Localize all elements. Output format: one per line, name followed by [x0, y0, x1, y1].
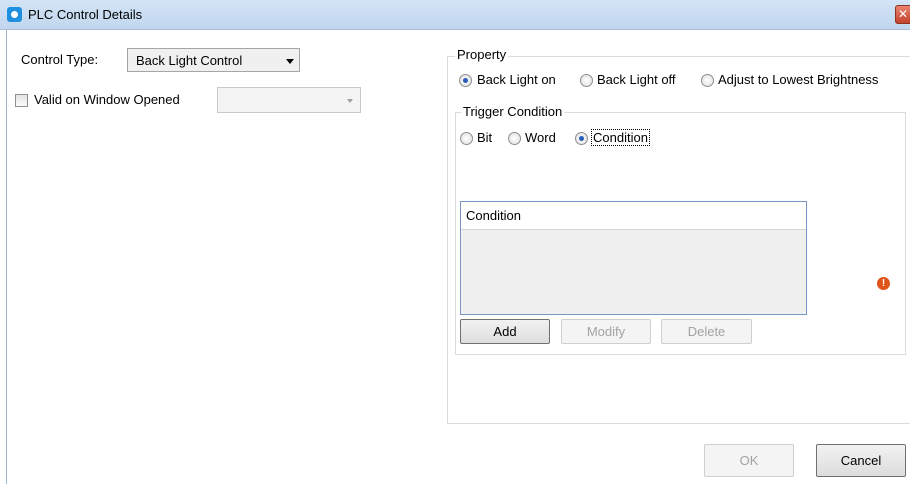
condition-list-header[interactable]: Condition: [461, 202, 806, 230]
warning-icon: !: [877, 277, 890, 290]
window-title: PLC Control Details: [28, 7, 143, 22]
radio-condition[interactable]: [575, 132, 588, 145]
radio-back-light-off[interactable]: [580, 74, 593, 87]
trigger-condition-legend: Trigger Condition: [461, 104, 565, 119]
app-icon: [7, 7, 22, 22]
modify-button[interactable]: Modify: [561, 319, 651, 344]
radio-lowest-brightness-label: Adjust to Lowest Brightness: [718, 72, 879, 87]
condition-column-header: Condition: [466, 208, 521, 223]
radio-bit[interactable]: [460, 132, 473, 145]
chevron-down-icon: [347, 99, 353, 103]
window-left-border: [6, 30, 7, 484]
title-bar[interactable]: PLC Control Details ✕: [0, 0, 910, 30]
radio-back-light-on[interactable]: [459, 74, 472, 87]
valid-on-window-opened-checkbox[interactable]: [15, 94, 28, 107]
ok-button[interactable]: OK: [704, 444, 794, 477]
control-type-value: Back Light Control: [136, 53, 243, 68]
radio-lowest-brightness[interactable]: [701, 74, 714, 87]
plc-control-details-window: PLC Control Details ✕ Control Type: Back…: [0, 0, 910, 484]
radio-back-light-off-label: Back Light off: [597, 72, 676, 87]
cancel-button[interactable]: Cancel: [816, 444, 906, 477]
valid-on-window-opened-label: Valid on Window Opened: [34, 92, 180, 107]
control-type-dropdown[interactable]: Back Light Control: [127, 48, 300, 72]
add-button[interactable]: Add: [460, 319, 550, 344]
delete-button[interactable]: Delete: [661, 319, 752, 344]
close-button[interactable]: ✕: [895, 5, 910, 24]
radio-back-light-on-label: Back Light on: [477, 72, 556, 87]
radio-word-label: Word: [525, 130, 556, 145]
window-select-dropdown[interactable]: [217, 87, 361, 113]
property-legend: Property: [455, 47, 509, 62]
radio-word[interactable]: [508, 132, 521, 145]
condition-list[interactable]: Condition: [460, 201, 807, 315]
control-type-label: Control Type:: [21, 52, 99, 67]
chevron-down-icon: [286, 59, 294, 64]
radio-bit-label: Bit: [477, 130, 493, 145]
radio-condition-label: Condition: [591, 129, 650, 146]
